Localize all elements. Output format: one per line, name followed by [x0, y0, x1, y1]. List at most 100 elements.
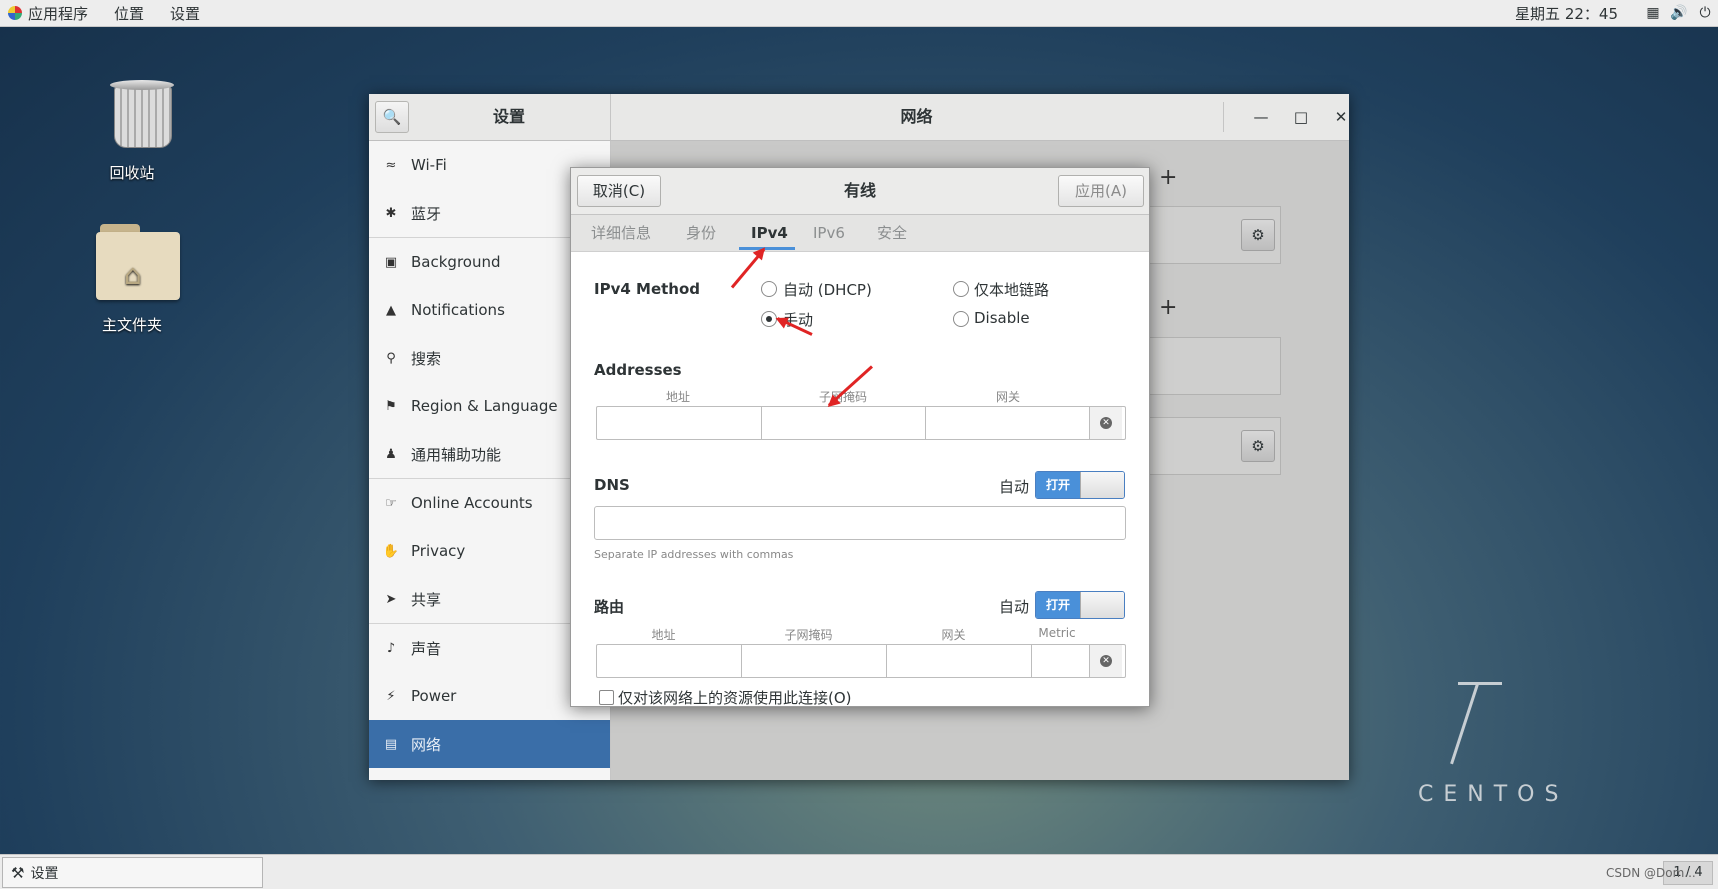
hand-icon: ✋: [382, 543, 400, 559]
minimize-button[interactable]: —: [1245, 102, 1277, 132]
address-input[interactable]: [597, 407, 762, 439]
sidebar-item-label: 通用辅助功能: [411, 445, 502, 464]
addresses-title: Addresses: [594, 361, 682, 379]
tab-security[interactable]: 安全: [877, 215, 907, 251]
centos-wordmark: CENTOS: [1418, 782, 1569, 807]
gear-icon: ⚙: [1251, 226, 1265, 244]
cancel-button[interactable]: 取消(C): [577, 175, 661, 207]
gateway-input[interactable]: [926, 407, 1090, 439]
routes-auto-switch[interactable]: 打开: [1035, 591, 1125, 619]
radio-disable[interactable]: [953, 311, 969, 327]
sidebar-item-label: Region & Language: [411, 397, 558, 415]
delete-route-button[interactable]: ✕: [1090, 645, 1122, 677]
routes-switch-on-label: 打开: [1036, 592, 1080, 618]
menu-places[interactable]: 位置: [114, 3, 144, 24]
sidebar-item-label: 共享: [411, 590, 442, 609]
disable-label[interactable]: Disable: [974, 309, 1030, 327]
dns-title: DNS: [594, 476, 630, 494]
add-connection-icon[interactable]: +: [1159, 165, 1177, 190]
desktop-home-folder[interactable]: ⌂ 主文件夹: [72, 224, 192, 334]
delete-address-button[interactable]: ✕: [1090, 407, 1122, 439]
folder-icon: ⌂: [96, 224, 180, 300]
netmask-input[interactable]: [762, 407, 926, 439]
dialog-title: 有线: [843, 181, 876, 200]
close-icon: ✕: [1334, 108, 1348, 126]
wifi-icon: ≈: [385, 157, 397, 173]
maximize-icon: □: [1293, 108, 1309, 126]
route-netmask-input[interactable]: [742, 645, 887, 677]
network-icon[interactable]: ▦: [1640, 5, 1666, 21]
trash-label: 回收站: [109, 164, 155, 182]
tab-ipv6[interactable]: IPv6: [813, 215, 845, 251]
sidebar-item-label: 蓝牙: [411, 204, 442, 223]
dns-auto-switch[interactable]: 打开: [1035, 471, 1125, 499]
route-gateway-input[interactable]: [887, 645, 1032, 677]
sidebar-item-label: 网络: [411, 735, 442, 754]
dns-input[interactable]: [594, 506, 1126, 540]
header-separator: [1223, 102, 1224, 132]
dns-auto-label: 自动: [999, 478, 1030, 496]
bell-icon: ▲: [386, 302, 396, 318]
delete-icon: ✕: [1100, 655, 1112, 667]
watermark: CSDN @Dom...: [1606, 866, 1696, 880]
dialog-tabs: 详细信息 身份 IPv4 IPv6 安全: [571, 215, 1149, 252]
address-row: ✕: [596, 406, 1126, 440]
radio-auto-dhcp[interactable]: [761, 281, 777, 297]
trash-icon: [110, 80, 174, 148]
tab-details[interactable]: 详细信息: [591, 215, 651, 251]
sidebar-item-label: 搜索: [411, 349, 442, 368]
settings-headerbar: 🔍 设置 网络 — □ ✕: [369, 94, 1349, 141]
link-local-label[interactable]: 仅本地链路: [974, 279, 1049, 300]
switch-knob: [1080, 592, 1124, 618]
only-local-checkbox[interactable]: [599, 690, 614, 705]
gear-icon: ⚙: [1251, 437, 1265, 455]
route-metric-column-header: Metric: [1038, 626, 1076, 640]
route-gateway-column-header: 网关: [941, 628, 966, 642]
menu-applications[interactable]: 应用程序: [28, 3, 88, 24]
wired-connection-dialog: 取消(C) 有线 应用(A) 详细信息 身份 IPv4 IPv6 安全 IPv4…: [570, 167, 1150, 707]
volume-icon[interactable]: 🔊: [1666, 5, 1692, 21]
wired-settings-button[interactable]: ⚙: [1241, 219, 1275, 251]
search-icon: ⚲: [386, 350, 396, 366]
power-icon: ⚡: [386, 688, 396, 704]
accounts-icon: ☞: [385, 495, 397, 511]
home-folder-label: 主文件夹: [101, 316, 162, 334]
home-icon: ⌂: [124, 258, 142, 291]
flag-icon: ⚑: [385, 398, 397, 414]
taskbar-item-label: 设置: [30, 865, 59, 882]
centos-7-logo: [1440, 668, 1510, 768]
sidebar-header: 🔍 设置: [369, 94, 611, 140]
apply-button[interactable]: 应用(A): [1058, 175, 1144, 207]
maximize-button[interactable]: □: [1285, 102, 1317, 132]
add-vpn-icon[interactable]: +: [1159, 295, 1177, 320]
tab-ipv4[interactable]: IPv4: [751, 215, 788, 251]
route-address-input[interactable]: [597, 645, 742, 677]
sidebar-item-label: Background: [411, 253, 501, 271]
route-metric-input[interactable]: [1032, 645, 1090, 677]
applications-icon[interactable]: [8, 6, 22, 20]
sidebar-item-label: Online Accounts: [411, 494, 533, 512]
accessibility-icon: ♟: [385, 446, 397, 462]
route-netmask-column-header: 子网掩码: [784, 628, 833, 642]
dns-switch-on-label: 打开: [1036, 472, 1080, 498]
auto-dhcp-label[interactable]: 自动 (DHCP): [783, 279, 872, 300]
menu-settings[interactable]: 设置: [170, 3, 200, 24]
route-address-column-header: 地址: [651, 628, 676, 642]
sidebar-item-network[interactable]: ▤ 网络: [369, 720, 610, 768]
only-local-label[interactable]: 仅对该网络上的资源使用此连接(O): [618, 687, 852, 706]
ipv4-method-label: IPv4 Method: [594, 280, 701, 298]
desktop-trash[interactable]: 回收站: [72, 80, 192, 190]
power-icon[interactable]: ⏻: [1692, 5, 1718, 21]
clock[interactable]: 星期五 22：45: [1515, 3, 1618, 24]
share-icon: ➤: [385, 591, 397, 607]
search-button[interactable]: 🔍: [375, 101, 409, 133]
proxy-settings-button[interactable]: ⚙: [1241, 430, 1275, 462]
settings-tools-icon: ⚒: [11, 863, 25, 882]
taskbar-settings-button[interactable]: ⚒ 设置: [2, 857, 263, 888]
close-button[interactable]: ✕: [1325, 102, 1357, 132]
taskbar: ⚒ 设置 1 / 4: [0, 854, 1718, 889]
route-row: ✕: [596, 644, 1126, 678]
tab-identity[interactable]: 身份: [686, 215, 716, 251]
radio-link-local[interactable]: [953, 281, 969, 297]
dialog-header: 取消(C) 有线 应用(A): [571, 168, 1149, 215]
